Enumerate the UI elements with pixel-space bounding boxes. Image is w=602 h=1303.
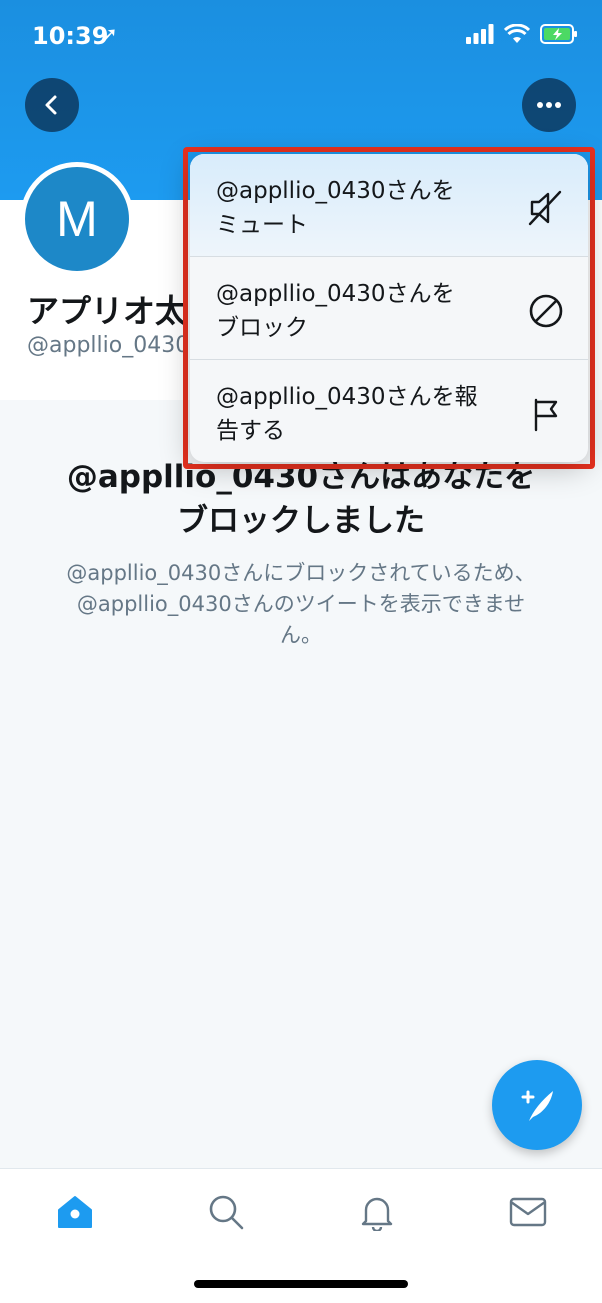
mute-icon: [528, 190, 562, 226]
menu-label-line1: @appllio_0430さんを報: [216, 384, 478, 410]
menu-label-line2: ミュート: [216, 212, 308, 238]
tab-home[interactable]: [52, 1189, 98, 1235]
compose-tweet-button[interactable]: [492, 1060, 582, 1150]
profile-display-name: アプリオ太: [27, 292, 187, 330]
messages-icon: [509, 1197, 547, 1227]
home-indicator: [194, 1280, 408, 1288]
menu-item-report[interactable]: @appllio_0430さんを報 告する: [190, 360, 588, 462]
wifi-icon: [504, 24, 530, 43]
status-bar: 10:39 ➚: [0, 0, 602, 70]
signal-icon: [466, 24, 494, 44]
battery-charging-icon: [540, 24, 577, 44]
block-icon: [529, 294, 563, 328]
tab-messages[interactable]: [505, 1189, 551, 1235]
menu-item-label: @appllio_0430さんを報 告する: [216, 380, 516, 448]
status-icons: [466, 24, 578, 44]
menu-item-label: @appllio_0430さんを ブロック: [216, 277, 516, 345]
location-icon: ➚: [101, 22, 118, 46]
compose-tweet-icon: [521, 1090, 553, 1121]
notifications-icon: [361, 1197, 393, 1231]
tab-search[interactable]: [203, 1189, 249, 1235]
status-time: 10:39: [32, 22, 109, 50]
back-button[interactable]: [25, 78, 79, 132]
dropdown-menu: @appllio_0430さんを ミュート @appllio_0430さんを ブ…: [190, 154, 588, 462]
menu-label-line2: 告する: [216, 418, 285, 444]
menu-label-line1: @appllio_0430さんを: [216, 281, 455, 307]
tab-notifications[interactable]: [354, 1189, 400, 1235]
blocked-description: @appllio_0430さんにブロックされているため、@appllio_043…: [66, 561, 536, 647]
more-icon: [537, 102, 561, 108]
home-icon: [58, 1196, 92, 1228]
menu-item-block[interactable]: @appllio_0430さんを ブロック: [190, 257, 588, 360]
menu-item-mute[interactable]: @appllio_0430さんを ミュート: [190, 154, 588, 257]
menu-label-line1: @appllio_0430さんを: [216, 178, 455, 204]
blocked-title-line2: ブロックしました: [177, 503, 425, 539]
more-options-button[interactable]: [522, 78, 576, 132]
search-icon: [209, 1195, 244, 1230]
flag-icon: [534, 398, 558, 432]
menu-label-line2: ブロック: [216, 315, 308, 341]
avatar[interactable]: M: [20, 162, 134, 276]
chevron-left-icon: [45, 95, 57, 115]
menu-item-label: @appllio_0430さんを ミュート: [216, 174, 516, 242]
profile-handle: @appllio_0430: [27, 333, 187, 358]
